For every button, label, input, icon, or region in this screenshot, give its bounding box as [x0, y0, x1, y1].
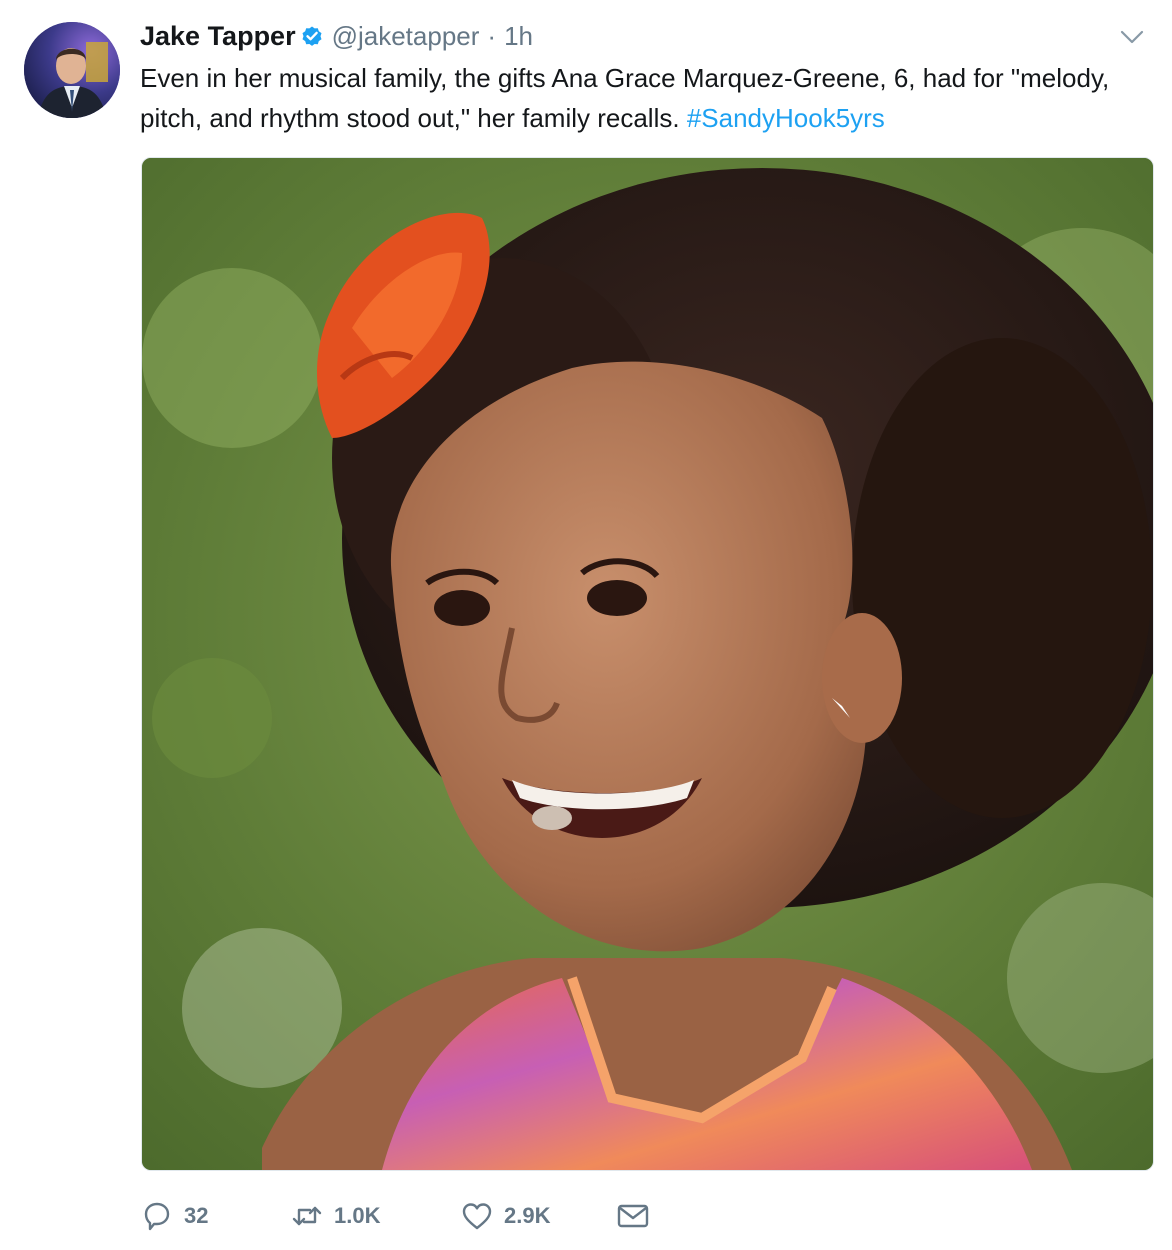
avatar-image	[24, 22, 120, 118]
envelope-icon	[616, 1199, 650, 1233]
hashtag-link[interactable]: #SandyHook5yrs	[687, 103, 885, 133]
like-count: 2.9K	[504, 1203, 551, 1228]
heart-icon	[460, 1199, 494, 1233]
separator-dot: ·	[487, 20, 497, 51]
retweet-count: 1.0K	[334, 1203, 381, 1228]
tweet-header: Jake Tapper @jaketapper · 1h	[140, 18, 533, 54]
reply-count: 32	[184, 1203, 209, 1228]
tweet-photo[interactable]	[141, 157, 1154, 1171]
retweet-icon	[290, 1199, 324, 1233]
direct-message-button[interactable]	[616, 1199, 650, 1233]
display-name[interactable]: Jake Tapper	[140, 21, 296, 52]
like-button[interactable]: 2.9K	[460, 1199, 616, 1233]
chevron-down-icon[interactable]	[1120, 28, 1144, 46]
tweet-text-body: Even in her musical family, the gifts An…	[140, 63, 1110, 133]
author-handle[interactable]: @jaketapper	[332, 21, 480, 52]
tweet-actions: 32 1.0K 2.9K	[140, 1196, 650, 1236]
retweet-button[interactable]: 1.0K	[290, 1199, 460, 1233]
tweet-timestamp[interactable]: 1h	[504, 21, 533, 52]
verified-badge-icon	[300, 24, 324, 48]
tweet-text: Even in her musical family, the gifts An…	[140, 58, 1150, 138]
author-avatar[interactable]	[24, 22, 120, 118]
reply-button[interactable]: 32	[140, 1199, 290, 1233]
tweet[interactable]: Jake Tapper @jaketapper · 1h Even in her…	[0, 0, 1172, 1250]
reply-icon	[140, 1199, 174, 1233]
photo-image	[142, 158, 1153, 1170]
